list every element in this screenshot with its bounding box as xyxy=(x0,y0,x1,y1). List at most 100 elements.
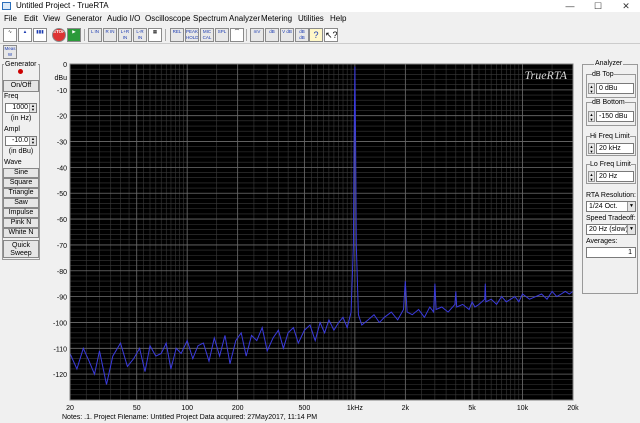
mic-cal-button[interactable]: MIC CAL xyxy=(200,28,214,42)
generator-onoff-button[interactable]: On/Off xyxy=(3,80,39,92)
notes-bar: Notes: .1. Project Filename: Untitled Pr… xyxy=(62,414,318,421)
speed-tradeoff-dropdown-icon[interactable]: ▼ xyxy=(627,225,635,234)
context-help-icon[interactable]: ↖? xyxy=(324,28,338,42)
l-plus-r-in-button[interactable]: L+R IN xyxy=(118,28,132,42)
x-tick-label: 2k xyxy=(402,405,410,412)
db-bottom-label: dB Bottom xyxy=(592,99,625,106)
y-tick-label: -70 xyxy=(57,243,67,250)
peak-hold-button[interactable]: PEAK HOLD xyxy=(185,28,199,42)
wave-pink-noise-button[interactable]: Pink N xyxy=(3,218,39,228)
chart-title: TrueRTA xyxy=(525,68,568,82)
ampl-label: Ampl xyxy=(3,126,21,133)
ampl-value: -10.0 xyxy=(12,137,28,144)
menu-file[interactable]: File xyxy=(4,14,17,23)
maximize-button[interactable]: ☐ xyxy=(584,0,612,12)
y-tick-label: -40 xyxy=(57,165,67,172)
stop-button[interactable]: STOP xyxy=(52,28,66,42)
l-minus-r-in-button[interactable]: L-R IN xyxy=(133,28,147,42)
menu-generator[interactable]: Generator xyxy=(66,14,102,23)
menu-view[interactable]: View xyxy=(43,14,60,23)
spl-button[interactable]: SPL xyxy=(215,28,229,42)
help-icon[interactable]: ? xyxy=(309,28,323,42)
menu-edit[interactable]: Edit xyxy=(24,14,38,23)
rta-resolution-dropdown-icon[interactable]: ▼ xyxy=(627,202,635,211)
speed-tradeoff-select[interactable]: 20 Hz (slow) ▼ xyxy=(586,224,636,235)
secondary-toolbar: Meas W xyxy=(0,44,640,60)
scope-icon[interactable]: ∿ xyxy=(3,28,17,42)
freq-input[interactable]: 1000 ▲ ▼ xyxy=(5,103,37,113)
db-db-button[interactable]: dB dB xyxy=(295,28,309,42)
x-tick-label: 5k xyxy=(468,405,476,412)
rta-resolution-select[interactable]: 1/24 Oct. ▼ xyxy=(586,201,636,212)
db-bottom-spinner[interactable]: ▲ ▼ xyxy=(588,111,595,122)
y-axis-unit: dBu xyxy=(55,75,68,82)
mv-button[interactable]: mV xyxy=(250,28,264,42)
generator-status-led xyxy=(18,69,23,74)
speed-tradeoff-label: Speed Tradeoff: xyxy=(586,215,636,222)
wave-square-button[interactable]: Square xyxy=(3,178,39,188)
hi-freq-input[interactable]: 20 kHz xyxy=(596,143,634,154)
app-icon xyxy=(2,2,11,10)
menu-help[interactable]: Help xyxy=(330,14,346,23)
wave-sine-button[interactable]: Sine xyxy=(3,168,39,178)
quick-sweep-button[interactable]: Quick Sweep xyxy=(3,240,39,258)
y-tick-label: -80 xyxy=(57,269,67,276)
rta-resolution-label: RTA Resolution: xyxy=(586,192,636,199)
ampl-spinner[interactable]: ▲ ▼ xyxy=(29,137,36,145)
grid-icon[interactable]: ▦ xyxy=(148,28,162,42)
wave-triangle-button[interactable]: Triangle xyxy=(3,188,39,198)
menu-bar: File Edit View Generator Audio I/O Oscil… xyxy=(0,12,640,24)
generator-title: Generator xyxy=(4,61,38,68)
freq-spinner[interactable]: ▲ ▼ xyxy=(29,104,36,112)
wave-impulse-button[interactable]: Impulse xyxy=(3,208,39,218)
spectrum-chart: 0 -10 -20 -30 -40 -50 -60 -70 -80 -90 -100 -110 -120… xyxy=(42,60,580,414)
spectrum-plot[interactable]: 0 -10 -20 -30 -40 -50 -60 -70 -80 -90 -100 -110 -120… xyxy=(42,60,580,414)
lo-freq-input[interactable]: 20 Hz xyxy=(596,171,634,182)
wave-saw-button[interactable]: Saw xyxy=(3,198,39,208)
y-tick-label: -90 xyxy=(57,295,67,302)
menu-spectrum-analyzer[interactable]: Spectrum Analyzer xyxy=(193,14,260,23)
x-tick-label: 1kHz xyxy=(347,405,363,412)
y-tick-label: -120 xyxy=(53,372,67,379)
db-top-input[interactable]: 0 dBu xyxy=(596,83,634,94)
x-tick-label: 50 xyxy=(133,405,141,412)
analyzer-title: Analyzer xyxy=(594,60,624,67)
ampl-unit: (in dBu) xyxy=(8,148,34,155)
rta-bars-icon[interactable]: ▮▮▮ xyxy=(33,28,47,42)
l-in-button[interactable]: L IN xyxy=(88,28,102,42)
lo-freq-spinner[interactable]: ▲ ▼ xyxy=(588,171,595,182)
lo-freq-label: Lo Freq Limit xyxy=(590,161,631,168)
meas-w-button[interactable]: Meas W xyxy=(3,45,17,59)
db-button[interactable]: dB xyxy=(265,28,279,42)
db-bottom-input[interactable]: -150 dBu xyxy=(596,111,634,122)
r-in-button[interactable]: R IN xyxy=(103,28,117,42)
y-tick-label: -100 xyxy=(53,320,67,327)
minimize-button[interactable]: — xyxy=(556,0,584,12)
db-top-spinner[interactable]: ▲ ▼ xyxy=(588,83,595,94)
y-tick-label: 0 xyxy=(63,62,67,69)
weighting-icon[interactable]: ⌒ xyxy=(230,28,244,42)
speed-tradeoff-value: 20 Hz (slow) xyxy=(589,226,628,233)
wave-white-noise-button[interactable]: White N xyxy=(3,228,39,238)
main-toolbar: ∿ ▲ ▮▮▮ STOP ▶ L IN R IN L+R IN L-R IN ▦… xyxy=(0,26,640,44)
menu-audio-io[interactable]: Audio I/O xyxy=(107,14,140,23)
menu-utilities[interactable]: Utilities xyxy=(298,14,324,23)
plot-background xyxy=(70,64,573,400)
hi-freq-label: Hi Freq Limit xyxy=(590,133,630,140)
analyzer-panel: Analyzer dB Top ▲ ▼ 0 dBu dB Bottom ▲ ▼ -1… xyxy=(582,60,640,300)
hi-freq-spinner[interactable]: ▲ ▼ xyxy=(588,143,595,154)
ampl-input[interactable]: -10.0 ▲ ▼ xyxy=(5,136,37,146)
x-tick-label: 20k xyxy=(567,405,579,412)
menu-oscilloscope[interactable]: Oscilloscope xyxy=(145,14,190,23)
spectrum-icon[interactable]: ▲ xyxy=(18,28,32,42)
freq-value: 1000 xyxy=(12,104,28,111)
play-button[interactable]: ▶ xyxy=(67,28,81,42)
close-button[interactable]: ✕ xyxy=(612,0,640,12)
rel-button[interactable]: REL xyxy=(170,28,184,42)
x-tick-label: 100 xyxy=(181,405,193,412)
menu-metering[interactable]: Metering xyxy=(261,14,292,23)
rta-resolution-value: 1/24 Oct. xyxy=(589,203,618,210)
x-tick-label: 20 xyxy=(66,405,74,412)
averages-input[interactable]: 1 xyxy=(586,247,636,258)
v-db-button[interactable]: V dB xyxy=(280,28,294,42)
